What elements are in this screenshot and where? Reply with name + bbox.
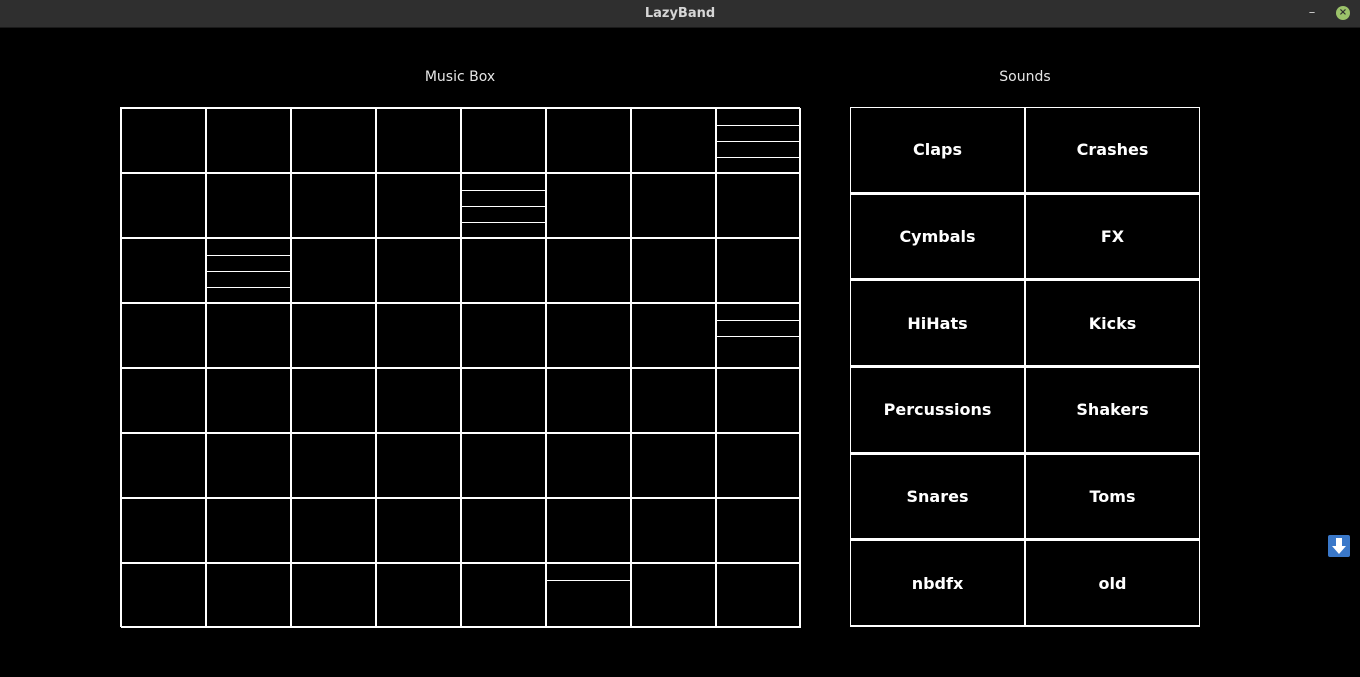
music-box-cell[interactable] [716, 498, 801, 563]
sound-button-kicks[interactable]: Kicks [1025, 280, 1200, 367]
music-box-cell[interactable] [206, 108, 291, 173]
music-box-cell[interactable] [121, 368, 206, 433]
music-box-cell[interactable] [716, 303, 801, 368]
music-box-cell[interactable] [121, 173, 206, 238]
music-box-cell[interactable] [631, 563, 716, 628]
music-box-cell[interactable] [631, 238, 716, 303]
music-box-cell[interactable] [461, 368, 546, 433]
music-box-cell[interactable] [546, 238, 631, 303]
music-box-cell[interactable] [461, 433, 546, 498]
sounds-panel: Claps Crashes Cymbals FX HiHats Kicks Percussi… [850, 107, 1200, 627]
music-box-cell[interactable] [716, 368, 801, 433]
music-box-cell[interactable] [291, 498, 376, 563]
music-box-cell[interactable] [206, 173, 291, 238]
music-box-cell[interactable] [546, 108, 631, 173]
music-box-cell[interactable] [291, 563, 376, 628]
music-box-cell[interactable] [121, 498, 206, 563]
music-box-cell[interactable] [291, 238, 376, 303]
note-segment [717, 125, 800, 126]
window-title: LazyBand [644, 6, 716, 21]
music-box-cell[interactable] [546, 368, 631, 433]
music-box-cell[interactable] [631, 368, 716, 433]
sound-button-shakers[interactable]: Shakers [1025, 367, 1200, 454]
music-box-cell[interactable] [461, 173, 546, 238]
note-segment [462, 206, 545, 207]
music-box-cell[interactable] [716, 173, 801, 238]
music-box-cell[interactable] [291, 173, 376, 238]
music-box-cell[interactable] [206, 303, 291, 368]
music-box-cell[interactable] [716, 563, 801, 628]
window-titlebar: LazyBand – × [0, 0, 1360, 28]
music-box-cell[interactable] [461, 303, 546, 368]
music-box-cell[interactable] [291, 433, 376, 498]
music-box-cell[interactable] [546, 433, 631, 498]
music-box-cell[interactable] [291, 108, 376, 173]
music-box-cell[interactable] [631, 303, 716, 368]
music-box-cell[interactable] [376, 173, 461, 238]
note-segment [207, 255, 290, 256]
music-box-cell[interactable] [376, 108, 461, 173]
music-box-cell[interactable] [121, 108, 206, 173]
sound-button-crashes[interactable]: Crashes [1025, 107, 1200, 194]
music-box-cell[interactable] [121, 563, 206, 628]
note-segment [547, 580, 630, 581]
music-box-cell[interactable] [461, 498, 546, 563]
sounds-title: Sounds [999, 69, 1051, 85]
music-box-cell[interactable] [121, 238, 206, 303]
music-box-cell[interactable] [461, 563, 546, 628]
close-button[interactable]: × [1336, 6, 1350, 20]
music-box-cell[interactable] [206, 238, 291, 304]
music-box-cell[interactable] [631, 498, 716, 563]
music-box-cell[interactable] [376, 433, 461, 498]
music-box-cell[interactable] [546, 303, 631, 368]
music-box-cell[interactable] [631, 433, 716, 498]
note-segment [717, 336, 800, 337]
download-button[interactable] [1328, 535, 1350, 557]
sound-button-cymbals[interactable]: Cymbals [850, 193, 1025, 281]
note-segment [717, 141, 800, 142]
down-arrow-icon [1332, 538, 1346, 554]
minimize-button[interactable]: – [1305, 6, 1319, 20]
sound-button-hihats[interactable]: HiHats [850, 280, 1025, 367]
music-box-cell[interactable] [206, 368, 291, 433]
music-box-cell[interactable] [206, 498, 291, 563]
note-segment [462, 222, 545, 223]
sound-button-old[interactable]: old [1025, 540, 1200, 627]
music-box-cell[interactable] [376, 498, 461, 563]
music-box-title: Music Box [424, 69, 496, 85]
music-box-cell[interactable] [121, 303, 206, 368]
sound-button-snares[interactable]: Snares [850, 453, 1025, 541]
music-box-cell[interactable] [546, 498, 631, 563]
music-box-cell[interactable] [716, 238, 801, 303]
music-box-grid [120, 107, 801, 628]
music-box-cell[interactable] [206, 433, 291, 498]
note-segment [717, 157, 800, 158]
music-box-cell[interactable] [461, 108, 546, 173]
music-box-cell[interactable] [376, 238, 461, 303]
note-segment [717, 320, 800, 321]
music-box-cell[interactable] [631, 173, 716, 238]
sound-button-nbdfx[interactable]: nbdfx [850, 540, 1025, 627]
note-segment [462, 190, 545, 191]
music-box-cell[interactable] [376, 563, 461, 628]
note-segment [207, 287, 290, 288]
music-box-cell[interactable] [376, 303, 461, 368]
music-box-cell[interactable] [716, 433, 801, 498]
note-segment [207, 271, 290, 272]
music-box-cell[interactable] [121, 433, 206, 498]
music-box-cell[interactable] [206, 563, 291, 628]
music-box-cell[interactable] [376, 368, 461, 433]
sound-button-fx[interactable]: FX [1025, 193, 1200, 281]
sound-button-percussions[interactable]: Percussions [850, 367, 1025, 454]
music-box-cell[interactable] [546, 173, 631, 238]
music-box-cell[interactable] [716, 108, 801, 173]
music-box-cell[interactable] [631, 108, 716, 173]
music-box-cell[interactable] [546, 563, 631, 628]
sound-button-toms[interactable]: Toms [1025, 453, 1200, 541]
music-box-cell[interactable] [291, 303, 376, 368]
music-box-cell[interactable] [291, 368, 376, 433]
music-box-cell[interactable] [461, 238, 546, 303]
sound-button-claps[interactable]: Claps [850, 107, 1025, 194]
